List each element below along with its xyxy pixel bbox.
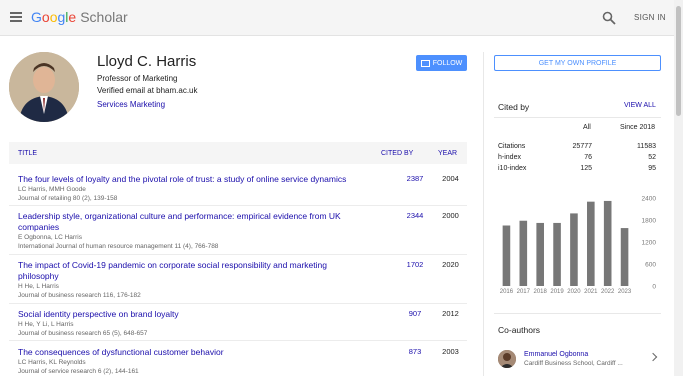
- avatar: [9, 52, 79, 122]
- citation-bar[interactable]: [536, 222, 544, 286]
- row-divider: [9, 340, 467, 341]
- article-year: 2000: [442, 211, 459, 220]
- follow-button[interactable]: FOLLOW: [416, 55, 467, 71]
- citation-bar[interactable]: [587, 201, 595, 286]
- citation-bar[interactable]: [519, 220, 528, 286]
- search-icon[interactable]: [602, 11, 616, 25]
- article-authors: H He, Y Li, L Harris: [18, 321, 74, 328]
- row-divider: [9, 254, 467, 255]
- x-tick-label: 2019: [550, 289, 564, 295]
- coauthor-name-link[interactable]: Emmanuel Ogbonna: [524, 351, 588, 358]
- x-tick-label: 2018: [534, 289, 548, 295]
- article-title-link[interactable]: Leadership style, organizational culture…: [18, 211, 363, 233]
- article-title-link[interactable]: The consequences of dysfunctional custom…: [18, 347, 363, 358]
- table-row: The impact of Covid-19 pandemic on corpo…: [18, 260, 468, 300]
- scrollbar[interactable]: [674, 0, 683, 376]
- citation-bar[interactable]: [603, 200, 612, 286]
- coauthor-avatar: [498, 350, 516, 368]
- table-row: The consequences of dysfunctional custom…: [18, 347, 468, 376]
- x-tick-label: 2023: [618, 289, 632, 295]
- cited-by-column-header[interactable]: CITED BY: [381, 150, 413, 157]
- y-tick-label: 2400: [642, 196, 657, 203]
- article-journal: International Journal of human resource …: [18, 243, 219, 250]
- citation-bar[interactable]: [502, 225, 511, 287]
- citation-bar[interactable]: [620, 228, 629, 286]
- google-scholar-logo[interactable]: Google Scholar: [31, 9, 128, 25]
- envelope-icon: [420, 59, 430, 67]
- article-title-link[interactable]: Social identity perspective on brand loy…: [18, 309, 363, 320]
- article-year: 2004: [442, 174, 459, 183]
- profile-name: Lloyd C. Harris: [97, 53, 197, 70]
- article-title-link[interactable]: The impact of Covid-19 pandemic on corpo…: [18, 260, 363, 282]
- article-authors: LC Harris, MMH Goode: [18, 186, 86, 193]
- row-divider: [9, 205, 467, 206]
- cited-by-heading: Cited by: [498, 102, 530, 112]
- citation-bar[interactable]: [570, 213, 578, 286]
- cited-by-count-link[interactable]: 2387: [397, 174, 433, 183]
- scrollbar-thumb[interactable]: [676, 6, 681, 116]
- article-journal: Journal of retailing 80 (2), 139-158: [18, 195, 118, 202]
- table-row: Leadership style, organizational culture…: [18, 211, 468, 251]
- x-tick-label: 2016: [500, 289, 514, 295]
- x-tick-label: 2022: [601, 289, 615, 295]
- view-all-link[interactable]: VIEW ALL: [624, 102, 656, 109]
- chevron-right-icon[interactable]: [648, 352, 658, 362]
- table-row: The four levels of loyalty and the pivot…: [18, 174, 468, 203]
- citation-bar[interactable]: [553, 222, 561, 286]
- x-tick-label: 2021: [584, 289, 598, 295]
- cited-by-count-link[interactable]: 2344: [397, 211, 433, 220]
- article-year: 2003: [442, 347, 459, 356]
- y-tick-label: 1800: [642, 218, 657, 225]
- article-year: 2020: [442, 260, 459, 269]
- sign-in-button[interactable]: SIGN IN: [634, 13, 666, 22]
- top-bar: Google Scholar SIGN IN: [0, 0, 683, 36]
- y-tick-label: 1200: [642, 240, 657, 247]
- coauthors-divider: [494, 313, 661, 314]
- article-journal: Journal of business research 116, 176-18…: [18, 292, 141, 299]
- stats-since-header: Since 2018: [620, 124, 656, 131]
- table-row: Social identity perspective on brand loy…: [18, 309, 468, 338]
- coauthors-heading: Co-authors: [498, 325, 541, 335]
- title-column-header[interactable]: TITLE: [18, 150, 37, 157]
- stats-divider: [494, 117, 661, 118]
- row-divider: [9, 303, 467, 304]
- articles-table-header: TITLE CITED BY YEAR: [9, 142, 467, 164]
- article-authors: E Ogbonna, LC Harris: [18, 234, 82, 241]
- research-interest-link[interactable]: Services Marketing: [97, 100, 165, 109]
- article-authors: H He, L Harris: [18, 283, 59, 290]
- article-authors: LC Harris, KL Reynolds: [18, 359, 86, 366]
- stats-all-header: All: [583, 124, 591, 131]
- x-tick-label: 2017: [517, 289, 531, 295]
- article-title-link[interactable]: The four levels of loyalty and the pivot…: [18, 174, 363, 185]
- article-journal: Journal of service research 6 (2), 144-1…: [18, 368, 139, 375]
- article-journal: Journal of business research 65 (5), 648…: [18, 330, 148, 337]
- get-my-own-profile-button[interactable]: GET MY OWN PROFILE: [494, 55, 661, 71]
- year-column-header[interactable]: YEAR: [438, 150, 457, 157]
- y-tick-label: 0: [652, 284, 656, 291]
- menu-icon[interactable]: [10, 12, 22, 22]
- cited-by-count-link[interactable]: 1702: [397, 260, 433, 269]
- profile-affiliation: Professor of Marketing: [97, 74, 178, 83]
- x-tick-label: 2020: [567, 289, 581, 295]
- cited-by-count-link[interactable]: 907: [397, 309, 433, 318]
- y-tick-label: 600: [645, 262, 656, 269]
- coauthor-affiliation: Cardiff Business School, Cardiff ...: [524, 360, 623, 367]
- citations-bar-chart: 0 600 1200 1800 2400 2016 2017 2018 2019 2020 2021…: [500, 196, 657, 296]
- column-divider: [483, 52, 484, 376]
- profile-email: Verified email at bham.ac.uk: [97, 86, 198, 95]
- cited-by-count-link[interactable]: 873: [397, 347, 433, 356]
- article-year: 2012: [442, 309, 459, 318]
